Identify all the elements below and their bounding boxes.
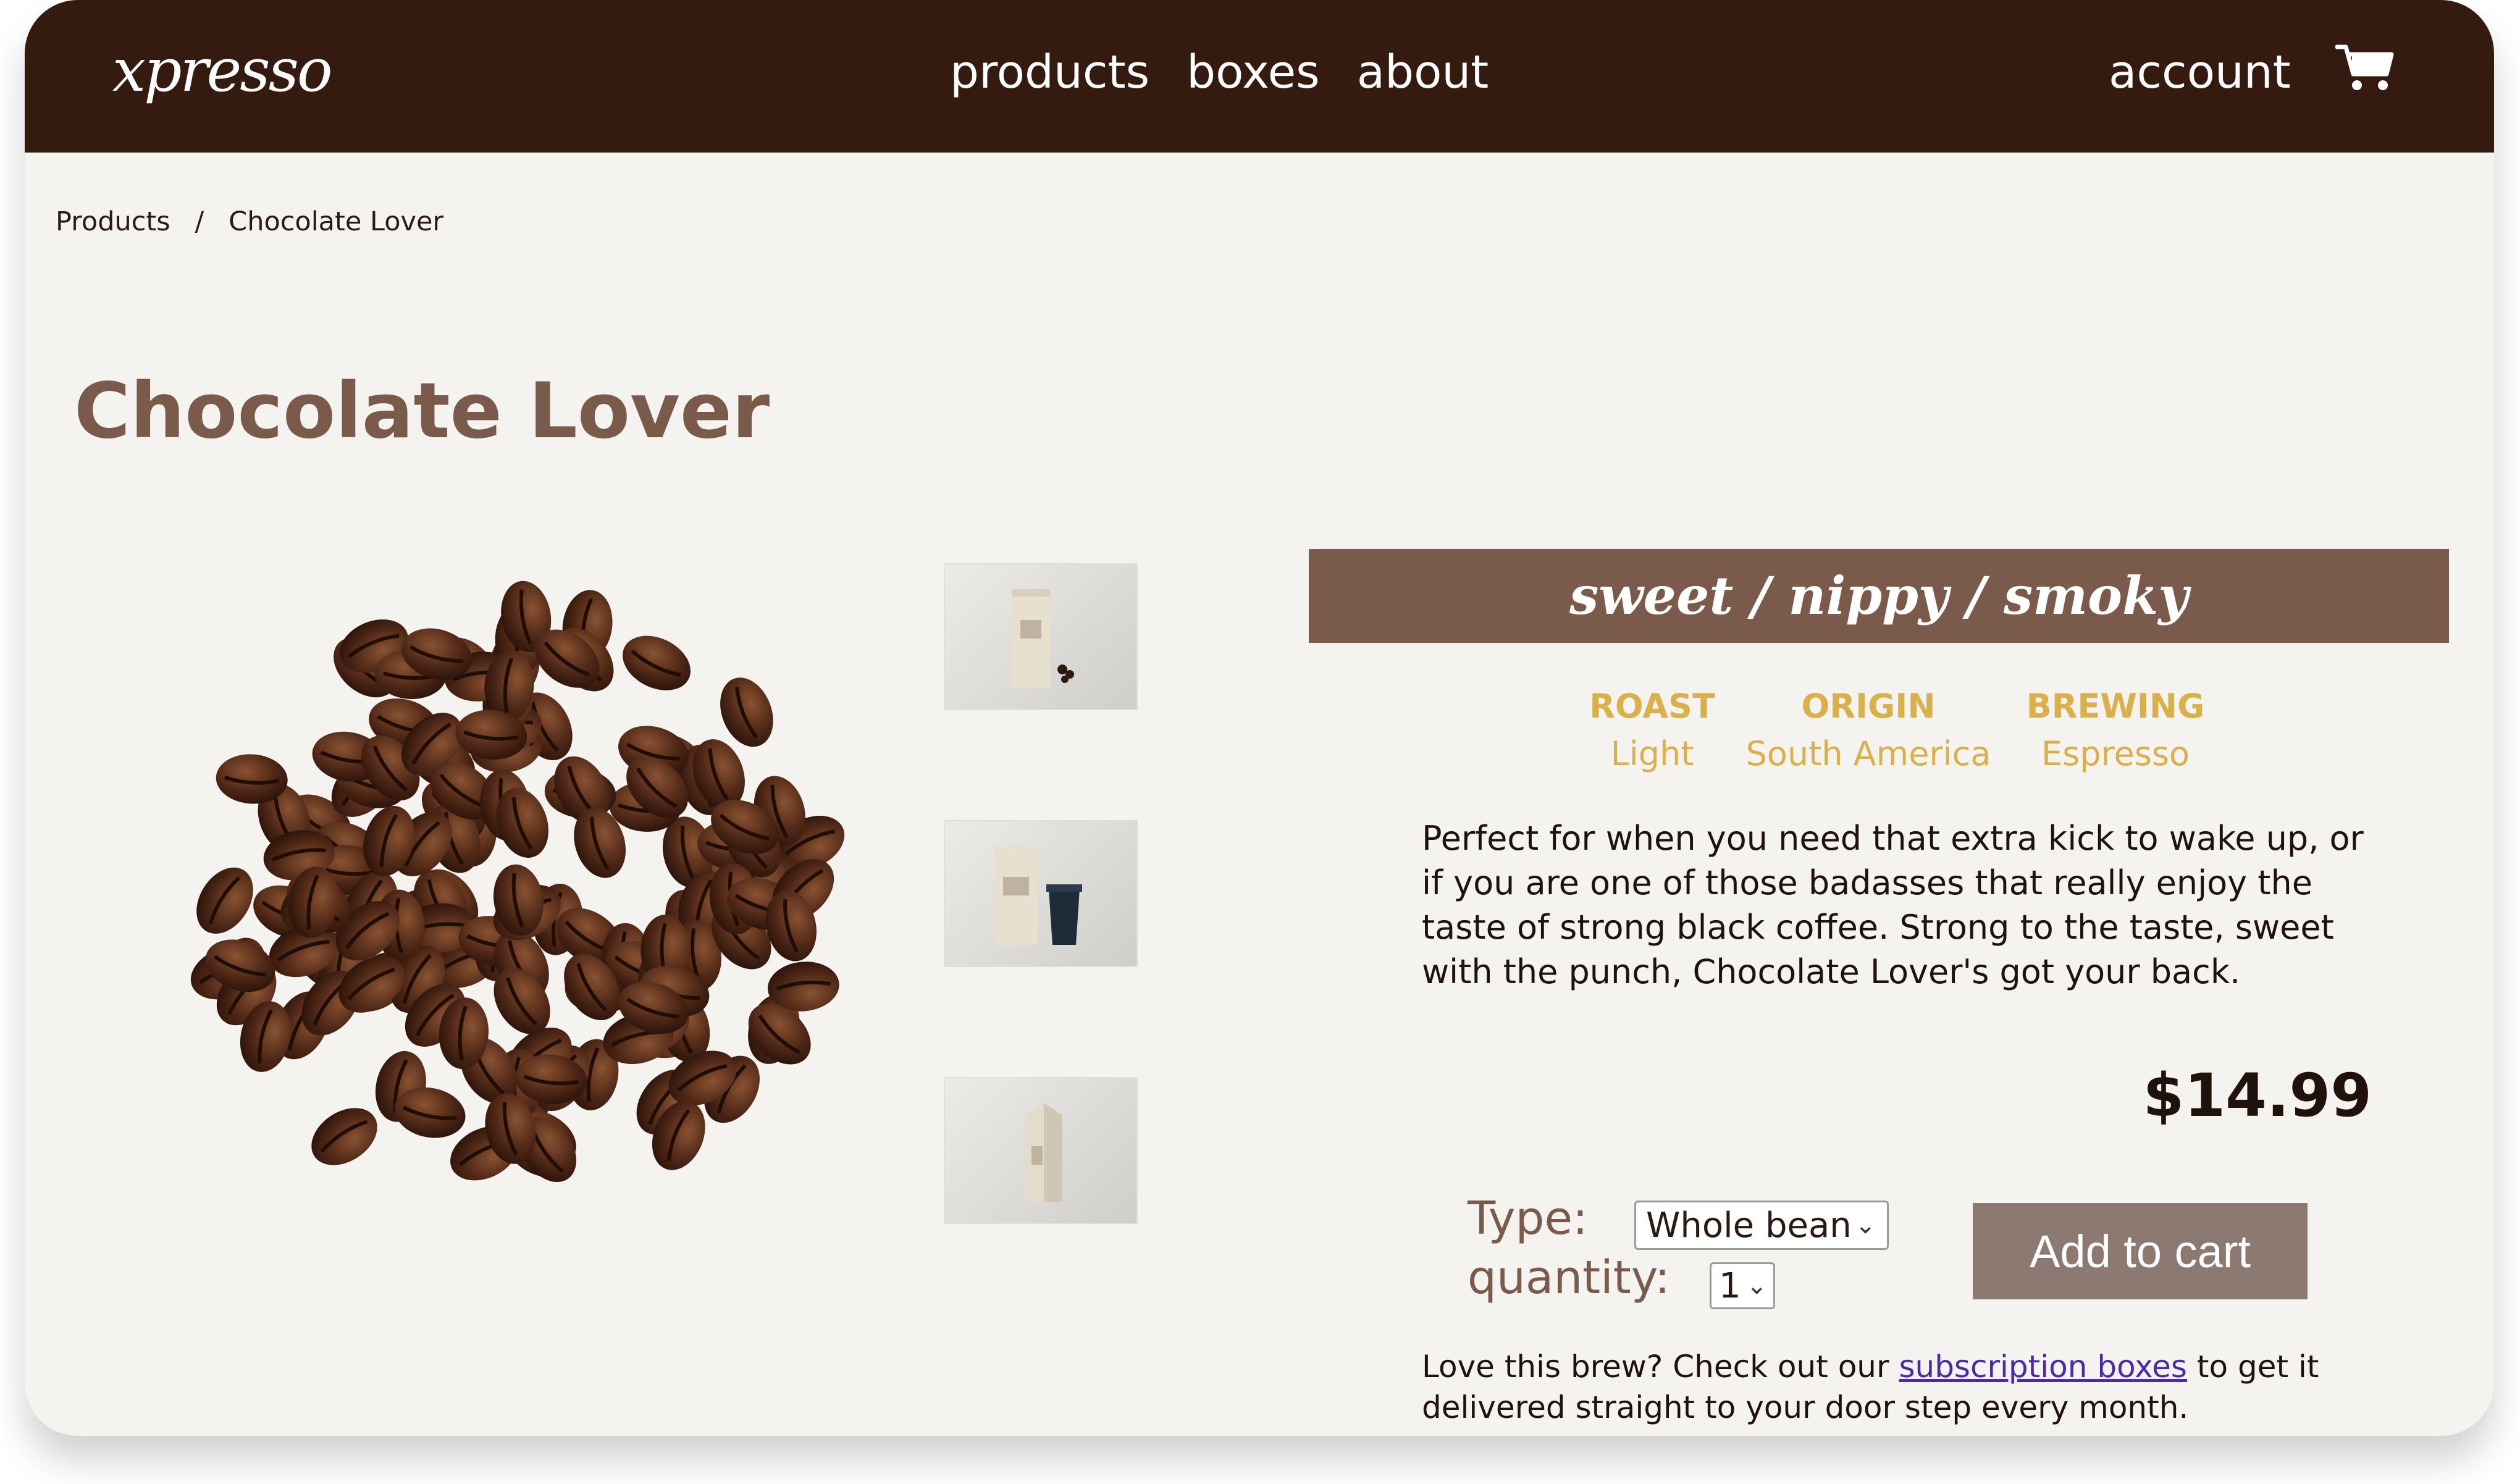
product-attributes: ROAST Light ORIGIN South America BREWING… — [1566, 687, 2233, 773]
nav-link-products[interactable]: products — [950, 46, 1149, 99]
quantity-select-value: 1 — [1719, 1265, 1741, 1306]
account-link[interactable]: account — [2109, 46, 2291, 99]
product-image-coffee-beans — [190, 581, 845, 1182]
attr-label: BREWING — [2026, 687, 2205, 726]
browser-frame: xpresso products boxes about account Pro… — [25, 0, 2494, 1436]
attr-value: South America — [1745, 734, 1991, 773]
attr-brewing: BREWING Espresso — [1998, 687, 2233, 773]
breadcrumb-current: Chocolate Lover — [229, 206, 444, 237]
attr-value: Light — [1610, 734, 1694, 773]
logo[interactable]: xpresso — [112, 36, 333, 105]
breadcrumb-products[interactable]: Products — [56, 206, 170, 237]
product-price: $14.99 — [2143, 1061, 2372, 1130]
top-nav: xpresso products boxes about account — [25, 0, 2494, 153]
type-select-value: Whole bean — [1646, 1205, 1852, 1246]
nav-link-about[interactable]: about — [1357, 46, 1489, 99]
breadcrumb: Products / Chocolate Lover — [56, 206, 443, 237]
quantity-label: quantity: — [1468, 1251, 1671, 1304]
product-title: Chocolate Lover — [74, 367, 770, 456]
taste-notes-banner: sweet / nippy / smoky — [1309, 549, 2449, 643]
type-label: Type: — [1468, 1192, 1588, 1245]
chevron-down-icon: ⌄ — [1855, 1211, 1876, 1239]
breadcrumb-separator: / — [195, 206, 204, 237]
attr-label: ROAST — [1589, 687, 1715, 726]
quantity-select[interactable]: 1 ⌄ — [1710, 1262, 1775, 1309]
nav-link-boxes[interactable]: boxes — [1186, 46, 1320, 99]
subscription-boxes-link[interactable]: subscription boxes — [1899, 1349, 2187, 1385]
attr-value: Espresso — [2041, 734, 2190, 773]
thumbnail-bag-front[interactable] — [944, 563, 1138, 710]
attr-origin: ORIGIN South America — [1739, 687, 1998, 773]
thumbnail-bag-side[interactable] — [944, 1077, 1138, 1224]
type-select[interactable]: Whole bean ⌄ — [1634, 1201, 1889, 1250]
subscription-prefix: Love this brew? Check out our — [1422, 1349, 1889, 1385]
nav-links: products boxes about — [950, 46, 1489, 99]
cart-icon[interactable] — [2335, 42, 2395, 93]
thumbnail-bag-and-cup[interactable] — [944, 820, 1138, 967]
chevron-down-icon: ⌄ — [1746, 1272, 1767, 1300]
subscription-note: Love this brew? Check out our subscripti… — [1422, 1346, 2385, 1428]
attr-roast: ROAST Light — [1566, 687, 1739, 773]
product-description: Perfect for when you need that extra kic… — [1422, 819, 2364, 991]
add-to-cart-button[interactable]: Add to cart — [1973, 1203, 2308, 1299]
attr-label: ORIGIN — [1801, 687, 1936, 726]
